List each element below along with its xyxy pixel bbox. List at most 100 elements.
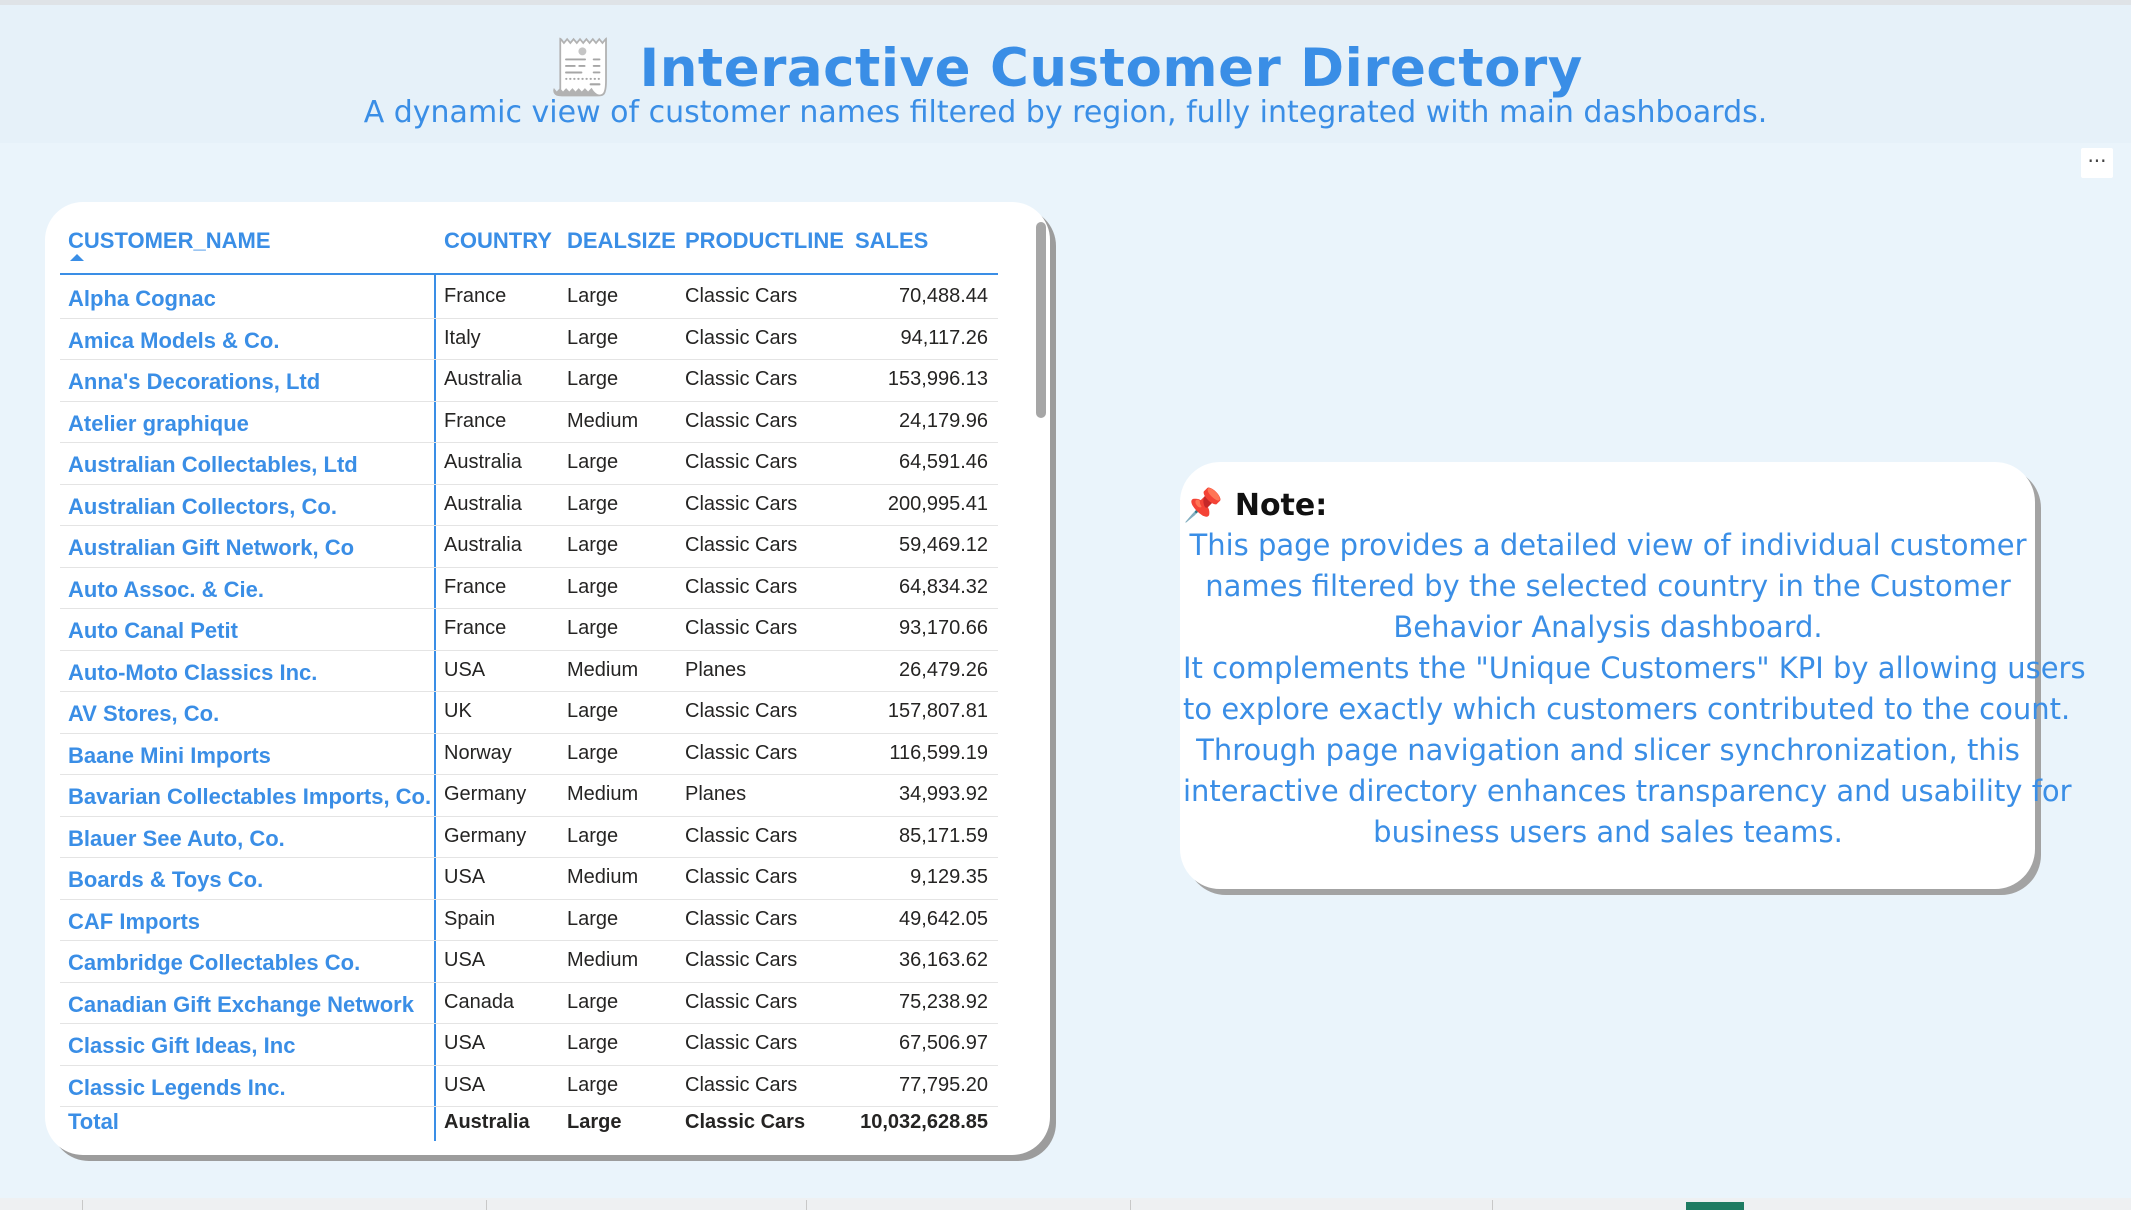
total-label: Total <box>68 1109 119 1134</box>
table-row[interactable]: Canadian Gift Exchange Network Canada Larg… <box>60 982 998 1024</box>
sales-cell: 70,488.44 <box>899 285 988 307</box>
note-line: names filtered by the selected country i… <box>1205 569 2011 603</box>
more-options-button[interactable]: ··· <box>2081 148 2113 178</box>
table-row[interactable]: AV Stores, Co. UK Large Classic Cars 157,807… <box>60 691 998 734</box>
table-row[interactable]: Classic Gift Ideas, Inc USA Large Classic C… <box>60 1023 998 1066</box>
table-row[interactable]: Cambridge Collectables Co. USA Medium Class… <box>60 940 998 983</box>
table-row[interactable]: Australian Gift Network, Co Australia Larg… <box>60 525 998 568</box>
note-line: It complements the "Unique Customers" KP… <box>1183 651 2086 685</box>
note-header: 📌 Note: <box>1183 485 1327 525</box>
customer-name-cell: Auto Assoc. & Cie. <box>68 576 264 602</box>
customer-name-cell: Australian Collectables, Ltd <box>68 452 358 477</box>
note-body: This page provides a detailed view of in… <box>1183 525 2086 853</box>
table-row[interactable]: Baane Mini Imports Norway Large Classic Car… <box>60 733 998 775</box>
customer-name-cell: Cambridge Collectables Co. <box>68 950 361 975</box>
country-cell: Spain <box>444 907 496 930</box>
productline-cell: Classic Cars <box>685 824 798 847</box>
customer-name-cell: AV Stores, Co. <box>68 701 220 726</box>
dealsize-cell: Medium <box>567 866 639 888</box>
table-row[interactable]: Auto Canal Petit France Large Classic Cars 9… <box>60 608 998 651</box>
dealsize-cell: Large <box>567 1073 619 1096</box>
column-header-dealsize[interactable]: DEALSIZE <box>567 228 676 254</box>
dealsize-cell: Large <box>567 741 619 764</box>
productline-cell: Classic Cars <box>685 1032 798 1054</box>
sales-cell: 49,642.05 <box>899 907 988 930</box>
table-row[interactable]: Blauer See Auto, Co. Germany Large Classic … <box>60 816 998 858</box>
table-row[interactable]: Auto-Moto Classics Inc. USA Medium Planes 26… <box>60 650 998 692</box>
productline-cell: Classic Cars <box>685 575 798 598</box>
dealsize-cell: Large <box>567 492 619 515</box>
sales-cell: 64,834.32 <box>899 575 988 598</box>
total-sales: 10,032,628.85 <box>860 1111 988 1133</box>
table-total-row: Total Australia Large Classic Cars 10,03… <box>60 1104 998 1140</box>
dealsize-cell: Large <box>567 575 619 598</box>
country-cell: France <box>444 285 507 307</box>
sales-cell: 36,163.62 <box>899 949 988 971</box>
table-row[interactable]: Atelier graphique France Medium Classic Car… <box>60 401 998 443</box>
country-cell: Germany <box>444 824 527 847</box>
header-divider <box>60 273 998 275</box>
customer-name-cell: Australian Collectors, Co. <box>68 493 337 519</box>
table-row[interactable]: Australian Collectables, Ltd Australia Lar… <box>60 442 998 485</box>
customer-name-cell: Anna's Decorations, Ltd <box>68 369 321 394</box>
country-cell: France <box>444 409 507 432</box>
country-cell: USA <box>444 1032 486 1054</box>
column-header-customer-name[interactable]: CUSTOMER_NAME <box>68 228 271 254</box>
total-dealsize: Large <box>567 1111 622 1133</box>
sales-cell: 153,996.13 <box>887 368 988 390</box>
productline-cell: Classic Cars <box>685 700 798 722</box>
table-row[interactable]: Classic Legends Inc. USA Large Classic Cars… <box>60 1065 998 1107</box>
productline-cell: Classic Cars <box>685 866 798 888</box>
productline-cell: Classic Cars <box>685 990 798 1013</box>
productline-cell: Classic Cars <box>685 534 798 556</box>
dealsize-cell: Large <box>567 617 619 639</box>
dealsize-cell: Large <box>567 326 619 349</box>
note-line: business users and sales teams. <box>1373 815 1843 849</box>
country-cell: USA <box>444 866 486 888</box>
sales-cell: 59,469.12 <box>899 534 988 556</box>
dealsize-cell: Large <box>567 824 619 847</box>
dealsize-cell: Large <box>567 285 619 307</box>
table-row[interactable]: Auto Assoc. & Cie. France Large Classic Car… <box>60 567 998 609</box>
dealsize-cell: Large <box>567 534 619 556</box>
country-cell: USA <box>444 658 486 681</box>
table-row[interactable]: Boards & Toys Co. USA Medium Classic Cars 9,… <box>60 857 998 900</box>
column-header-country[interactable]: COUNTRY <box>444 228 552 254</box>
country-cell: USA <box>444 1073 486 1096</box>
country-cell: UK <box>444 700 472 722</box>
table-row[interactable]: Amica Models & Co. Italy Large Classic Cars… <box>60 318 998 360</box>
sales-cell: 26,479.26 <box>899 658 988 681</box>
customer-name-cell: Auto-Moto Classics Inc. <box>68 659 318 685</box>
sales-cell: 24,179.96 <box>899 409 988 432</box>
sales-cell: 64,591.46 <box>899 451 988 473</box>
page-subtitle: A dynamic view of customer names filtere… <box>363 95 1768 130</box>
sales-cell: 75,238.92 <box>899 990 988 1013</box>
customer-name-cell: Baane Mini Imports <box>68 742 271 768</box>
sort-ascending-icon <box>70 254 84 261</box>
table-row[interactable]: Alpha Cognac France Large Classic Cars 70,48… <box>60 276 998 319</box>
active-page-tab[interactable] <box>1686 1202 1744 1210</box>
page-title: Interactive Customer Directory <box>639 37 1583 99</box>
total-country: Australia <box>444 1111 530 1133</box>
dealsize-cell: Medium <box>567 658 639 681</box>
country-cell: France <box>444 575 507 598</box>
productline-cell: Classic Cars <box>685 741 798 764</box>
sales-cell: 9,129.35 <box>910 866 988 888</box>
productline-cell: Classic Cars <box>685 1073 798 1096</box>
country-cell: Canada <box>444 990 515 1013</box>
table-row[interactable]: Anna's Decorations, Ltd Australia Large Cla… <box>60 359 998 402</box>
dealsize-cell: Large <box>567 1032 619 1054</box>
receipt-icon: 🧾 <box>548 36 616 99</box>
page-tab-separator <box>806 1200 807 1210</box>
productline-cell: Classic Cars <box>685 617 798 639</box>
column-header-sales[interactable]: SALES <box>855 228 928 254</box>
column-header-productline[interactable]: PRODUCTLINE <box>685 228 844 254</box>
table-row[interactable]: Australian Collectors, Co. Australia Large… <box>60 484 998 526</box>
productline-cell: Classic Cars <box>685 492 798 515</box>
table-row[interactable]: Bavarian Collectables Imports, Co. German… <box>60 774 998 817</box>
country-cell: Australia <box>444 492 522 515</box>
table-row[interactable]: CAF Imports Spain Large Classic Cars 49,642.… <box>60 899 998 941</box>
table-scrollbar-thumb[interactable] <box>1036 222 1046 418</box>
country-cell: Australia <box>444 534 522 556</box>
dealsize-cell: Large <box>567 451 619 473</box>
